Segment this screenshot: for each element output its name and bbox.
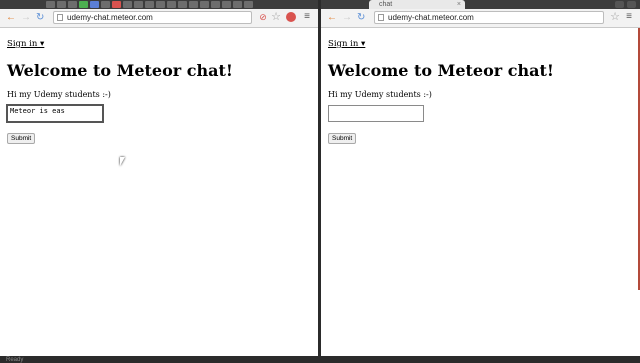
bookmark-star-icon[interactable]: ☆ bbox=[271, 12, 281, 23]
message-textarea[interactable] bbox=[328, 105, 424, 122]
browser-toolbar: ← → ↻ udemy-chat.meteor.com ☆ ≡ bbox=[321, 9, 640, 28]
page-subtitle: Hi my Udemy students :-) bbox=[7, 90, 111, 99]
tab-close-icon[interactable]: × bbox=[457, 0, 461, 9]
reload-icon[interactable]: ↻ bbox=[357, 12, 365, 24]
back-arrow-icon[interactable]: ← bbox=[6, 12, 16, 24]
pinned-tab-icon[interactable] bbox=[189, 1, 198, 8]
tab-title: chat bbox=[379, 1, 393, 8]
submit-button[interactable]: Submit bbox=[7, 133, 36, 144]
forward-arrow-icon[interactable]: → bbox=[342, 12, 352, 24]
pinned-tab-icon[interactable] bbox=[46, 1, 55, 8]
window-controls bbox=[615, 0, 636, 9]
tab-chat[interactable]: chat × bbox=[369, 0, 465, 9]
forward-arrow-icon[interactable]: → bbox=[21, 12, 31, 24]
pinned-tabs[interactable] bbox=[46, 0, 253, 9]
pinned-tab-icon[interactable] bbox=[244, 1, 253, 8]
tab-strip bbox=[0, 0, 318, 9]
minimize-icon[interactable] bbox=[615, 1, 624, 8]
page-content: Sign in ▾ Welcome to Meteor chat! Hi my … bbox=[0, 28, 318, 147]
submit-button[interactable]: Submit bbox=[328, 133, 357, 144]
sign-in-link[interactable]: Sign in ▾ bbox=[7, 39, 44, 49]
back-arrow-icon[interactable]: ← bbox=[327, 12, 337, 24]
pinned-tab-icon[interactable] bbox=[178, 1, 187, 8]
pinned-tab-icon[interactable] bbox=[145, 1, 154, 8]
page-content: Sign in ▾ Welcome to Meteor chat! Hi my … bbox=[321, 28, 640, 147]
page-icon bbox=[378, 14, 384, 21]
mouse-cursor-icon bbox=[120, 157, 129, 166]
pinned-tab-icon[interactable] bbox=[167, 1, 176, 8]
tab-strip: chat × bbox=[321, 0, 640, 9]
page-subtitle: Hi my Udemy students :-) bbox=[328, 90, 432, 99]
pinned-tab-icon[interactable] bbox=[222, 1, 231, 8]
extension-icon[interactable]: ⊘ bbox=[258, 12, 268, 22]
close-window-icon[interactable] bbox=[627, 1, 636, 8]
url-text: udemy-chat.meteor.com bbox=[388, 13, 474, 22]
pinned-tab-icon[interactable] bbox=[90, 1, 99, 8]
status-bar: Ready bbox=[0, 356, 640, 363]
pinned-tab-icon[interactable] bbox=[123, 1, 132, 8]
page-icon bbox=[57, 14, 63, 21]
pinned-tab-icon[interactable] bbox=[200, 1, 209, 8]
pinned-tab-icon[interactable] bbox=[79, 1, 88, 8]
pinned-tab-icon[interactable] bbox=[233, 1, 242, 8]
bookmark-star-icon[interactable]: ☆ bbox=[610, 12, 620, 23]
status-text: Ready bbox=[6, 357, 24, 363]
reload-icon[interactable]: ↻ bbox=[36, 12, 44, 24]
pinned-tab-icon[interactable] bbox=[211, 1, 220, 8]
pinned-tab-icon[interactable] bbox=[112, 1, 121, 8]
pinned-tab-icon[interactable] bbox=[101, 1, 110, 8]
browser-toolbar: ← → ↻ udemy-chat.meteor.com ⊘ ☆ ≡ bbox=[0, 9, 318, 28]
address-bar[interactable]: udemy-chat.meteor.com bbox=[374, 11, 604, 24]
menu-icon[interactable]: ≡ bbox=[624, 12, 634, 22]
pinned-tab-icon[interactable] bbox=[134, 1, 143, 8]
message-textarea[interactable] bbox=[6, 104, 104, 123]
browser-window-right: chat × ← → ↻ udemy-chat.meteor.com ☆ ≡ S… bbox=[321, 0, 640, 356]
extension-red-icon[interactable] bbox=[286, 12, 296, 22]
url-text: udemy-chat.meteor.com bbox=[67, 13, 153, 22]
pinned-tab-icon[interactable] bbox=[57, 1, 66, 8]
pinned-tab-icon[interactable] bbox=[156, 1, 165, 8]
page-title: Welcome to Meteor chat! bbox=[328, 61, 554, 80]
browser-window-left: ← → ↻ udemy-chat.meteor.com ⊘ ☆ ≡ Sign i… bbox=[0, 0, 318, 356]
menu-icon[interactable]: ≡ bbox=[302, 12, 312, 22]
pinned-tab-icon[interactable] bbox=[68, 1, 77, 8]
address-bar[interactable]: udemy-chat.meteor.com bbox=[53, 11, 252, 24]
page-title: Welcome to Meteor chat! bbox=[7, 61, 233, 80]
sign-in-link[interactable]: Sign in ▾ bbox=[328, 39, 365, 49]
